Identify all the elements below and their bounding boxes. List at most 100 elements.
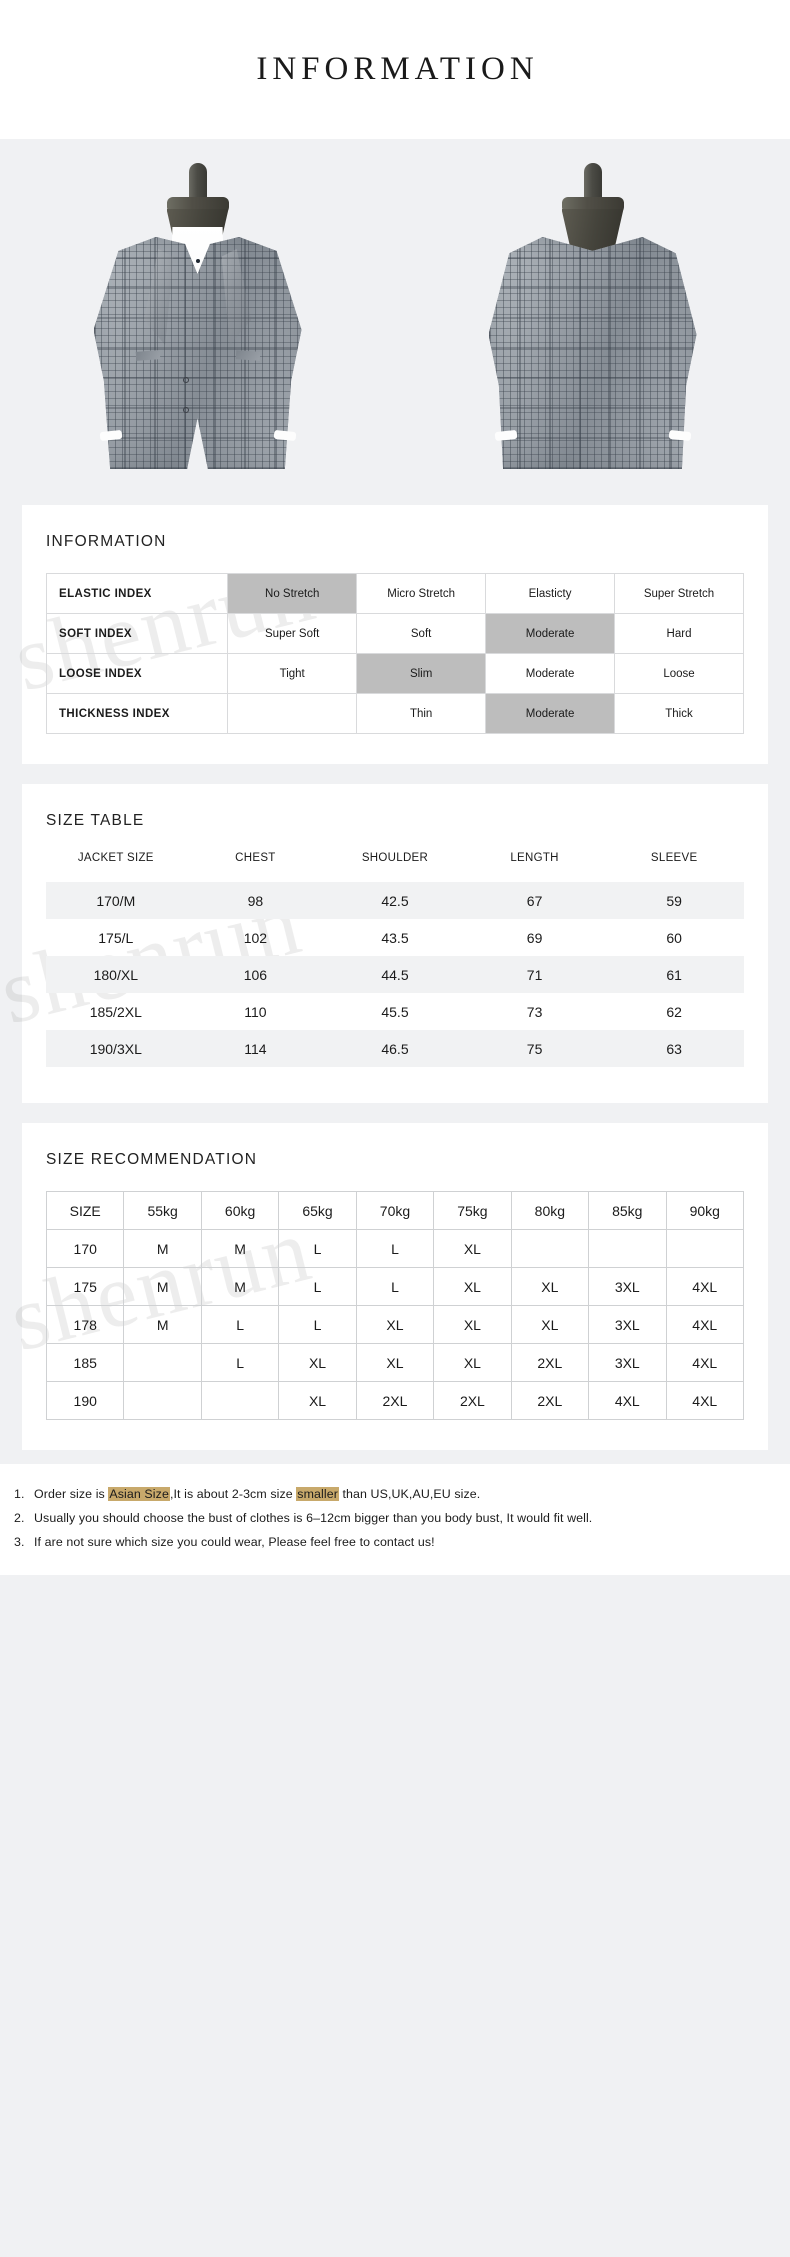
cell-soft-1[interactable]: Super Soft [227, 613, 358, 654]
rec-cell [665, 1229, 744, 1268]
cell-loose-2[interactable]: Slim [356, 653, 487, 694]
cell-elastic-2[interactable]: Micro Stretch [356, 573, 487, 614]
rec-cell: 4XL [665, 1381, 744, 1420]
rec-cell: 4XL [665, 1305, 744, 1344]
rec-cell: 4XL [665, 1267, 744, 1306]
note-2-text: Usually you should choose the bust of cl… [34, 1511, 593, 1526]
rec-cell: 190 [45, 1381, 125, 1420]
cell-loose-1[interactable]: Tight [227, 653, 358, 694]
note-1-text-b: ,It is about 2-3cm size [169, 1487, 297, 1501]
col-75kg: 75kg [433, 1191, 512, 1230]
size-cell: 71 [464, 956, 605, 993]
col-shoulder: SHOULDER [361, 852, 429, 864]
information-table-body: ELASTIC INDEX No Stretch Micro Stretch E… [45, 573, 744, 734]
table-row: 180/XL 106 44.5 71 61 [46, 956, 744, 993]
col-90kg: 90kg [665, 1191, 744, 1230]
cell-thickness-4[interactable]: Thick [614, 693, 744, 734]
col-sleeve: SLEEVE [650, 852, 698, 864]
col-80kg: 80kg [510, 1191, 590, 1230]
rec-cell: XL [433, 1267, 512, 1306]
size-table-card: shenrun SIZE TABLE JACKET SIZE CHEST SHO… [0, 784, 768, 1103]
table-row: THICKNESS INDEX Thin Moderate Thick [45, 693, 744, 734]
size-recommendation-table: SIZE 55kg 60kg 65kg 70kg 75kg 80kg 85kg … [45, 1191, 744, 1420]
col-65kg: 65kg [278, 1191, 357, 1230]
table-row: 185 L XL XL XL 2XL 3XL 4XL [45, 1343, 744, 1382]
shirt-button-icon [195, 259, 200, 263]
size-recommendation-card: shenrun SIZE RECOMMENDATION SIZE 55kg 60… [0, 1123, 768, 1450]
rec-cell: M [123, 1305, 202, 1344]
rec-cell: XL [510, 1267, 590, 1306]
size-cell: 75 [464, 1030, 605, 1067]
rec-cell: 3XL [588, 1267, 667, 1306]
rec-cell [588, 1229, 667, 1268]
cell-loose-4[interactable]: Loose [614, 653, 744, 694]
row-label-thickness-index: THICKNESS INDEX [45, 693, 229, 734]
cell-loose-3[interactable]: Moderate [485, 653, 616, 694]
cell-soft-4[interactable]: Hard [614, 613, 744, 654]
size-cell: 62 [666, 1003, 682, 1020]
size-cell: 114 [185, 1030, 326, 1067]
size-recommendation-table-wrap: SIZE 55kg 60kg 65kg 70kg 75kg 80kg 85kg … [22, 1191, 768, 1450]
rec-cell: L [200, 1305, 280, 1344]
size-cell: 46.5 [325, 1030, 465, 1067]
cell-soft-3[interactable]: Moderate [485, 613, 616, 654]
information-section-title: INFORMATION [46, 533, 167, 550]
note-1-number: 1. [14, 1487, 25, 1501]
table-row: 190/3XL 114 46.5 75 63 [46, 1030, 744, 1067]
rec-cell: XL [278, 1343, 357, 1382]
blazer-button-icon [182, 407, 189, 413]
size-cell: 170/M [46, 882, 186, 919]
table-row: 170 M M L L XL [45, 1229, 744, 1268]
blazer-pocket-right-icon [235, 350, 260, 361]
rec-table-body: 170 M M L L XL 175 M M L L XL XL 3XL 4XL… [45, 1229, 744, 1420]
size-table-wrap: JACKET SIZE CHEST SHOULDER LENGTH SLEEVE… [22, 852, 768, 1103]
note-1-text-a: Order size is [34, 1487, 109, 1501]
cell-thickness-3[interactable]: Moderate [485, 693, 616, 734]
rec-cell: 2XL [433, 1381, 512, 1420]
size-cell: 102 [243, 929, 268, 946]
table-row: LOOSE INDEX Tight Slim Moderate Loose [45, 653, 744, 694]
rec-cell: 2XL [510, 1381, 590, 1420]
rec-cell: M [200, 1229, 280, 1268]
rec-cell [123, 1381, 202, 1420]
cell-elastic-4[interactable]: Super Stretch [614, 573, 744, 614]
table-header-row: JACKET SIZE CHEST SHOULDER LENGTH SLEEVE [46, 852, 744, 882]
size-cell: 185/2XL [89, 1003, 142, 1020]
rec-cell: M [200, 1267, 280, 1306]
size-cell: 110 [244, 1003, 267, 1020]
size-cell: 180/XL [46, 956, 186, 993]
size-cell: 59 [604, 882, 744, 919]
rec-cell [510, 1229, 590, 1268]
size-table-body: 170/M 98 42.5 67 59 175/L 102 43.5 69 60… [46, 882, 744, 1067]
rec-cell: L [278, 1267, 357, 1306]
section-spacer [0, 1103, 790, 1123]
rec-cell [200, 1381, 280, 1420]
rec-cell: M [123, 1229, 202, 1268]
rec-cell [123, 1343, 202, 1382]
product-image-front[interactable] [0, 139, 395, 485]
product-image-back[interactable] [395, 139, 790, 485]
cell-thickness-2[interactable]: Thin [356, 693, 487, 734]
table-row: 175 M M L L XL XL 3XL 4XL [45, 1267, 744, 1306]
size-cell: 44.5 [325, 956, 465, 993]
cell-soft-2[interactable]: Soft [356, 613, 487, 654]
rec-cell: L [278, 1229, 357, 1268]
note-3-number: 3. [14, 1535, 25, 1550]
size-table-head: JACKET SIZE CHEST SHOULDER LENGTH SLEEVE [46, 852, 744, 882]
size-cell: 67 [464, 882, 605, 919]
rec-cell: 3XL [588, 1343, 667, 1382]
rec-cell: 185 [45, 1343, 125, 1382]
table-header-row: SIZE 55kg 60kg 65kg 70kg 75kg 80kg 85kg … [45, 1191, 744, 1230]
cell-thickness-1[interactable] [227, 693, 358, 734]
note-2-number: 2. [14, 1511, 25, 1526]
rec-cell: 2XL [355, 1381, 435, 1420]
cell-elastic-1[interactable]: No Stretch [227, 573, 358, 614]
row-label-elastic-index: ELASTIC INDEX [45, 573, 229, 614]
size-cell: 73 [526, 1003, 543, 1020]
rec-table-head: SIZE 55kg 60kg 65kg 70kg 75kg 80kg 85kg … [45, 1191, 744, 1230]
rec-cell: L [355, 1229, 435, 1268]
note-2: 2. Usually you should choose the bust of … [14, 1506, 776, 1530]
rec-cell: 4XL [588, 1381, 667, 1420]
cell-elastic-3[interactable]: Elasticty [485, 573, 616, 614]
rec-cell: XL [355, 1343, 435, 1382]
